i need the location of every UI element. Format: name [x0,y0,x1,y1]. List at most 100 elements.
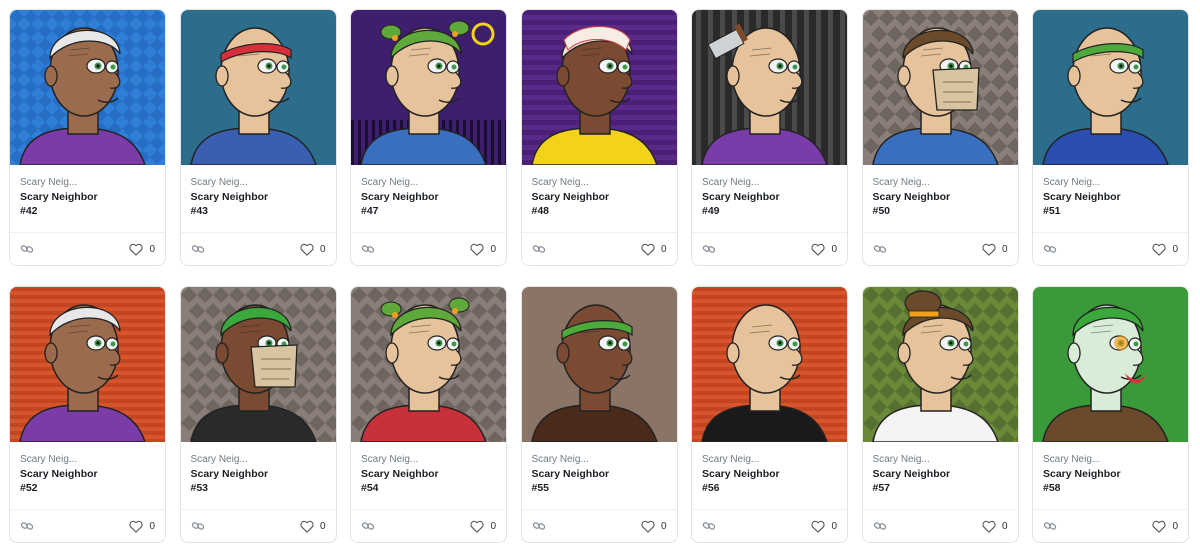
nft-name[interactable]: Scary Neighbor [873,467,1008,481]
nft-name[interactable]: Scary Neighbor [702,190,837,204]
link-icon[interactable] [1043,519,1057,533]
collection-name[interactable]: Scary Neig... [361,176,496,190]
link-icon[interactable] [1043,242,1057,256]
like-button[interactable]: 0 [811,243,837,256]
collection-name[interactable]: Scary Neig... [1043,176,1178,190]
link-icon[interactable] [191,242,205,256]
collection-name[interactable]: Scary Neig... [873,176,1008,190]
nft-number[interactable]: #57 [873,481,1008,495]
collection-name[interactable]: Scary Neig... [532,176,667,190]
heart-icon[interactable] [811,520,826,533]
collection-name[interactable]: Scary Neig... [532,453,667,467]
nft-number[interactable]: #54 [361,481,496,495]
nft-card-51[interactable]: Scary Neig... Scary Neighbor #51 0 [1032,9,1189,266]
nft-name[interactable]: Scary Neighbor [1043,467,1178,481]
nft-number[interactable]: #51 [1043,204,1178,218]
heart-icon[interactable] [982,243,996,256]
heart-icon[interactable] [1152,520,1167,533]
collection-name[interactable]: Scary Neig... [361,453,496,467]
link-icon[interactable] [873,242,887,256]
nft-number[interactable]: #43 [191,204,326,218]
heart-icon[interactable] [811,243,826,256]
collection-name[interactable]: Scary Neig... [191,176,326,190]
heart-icon[interactable] [1152,243,1167,256]
like-button[interactable]: 0 [641,243,667,256]
like-button[interactable]: 0 [470,243,496,256]
like-button[interactable]: 0 [470,520,496,533]
collection-name[interactable]: Scary Neig... [20,453,155,467]
like-button[interactable]: 0 [1152,520,1178,533]
nft-card-54[interactable]: Scary Neig... Scary Neighbor #54 0 [350,286,507,543]
nft-number[interactable]: #42 [20,204,155,218]
link-icon[interactable] [873,519,887,533]
nft-name[interactable]: Scary Neighbor [532,190,667,204]
nft-card-48[interactable]: Scary Neig... Scary Neighbor #48 0 [520,9,678,266]
link-icon[interactable] [702,519,716,533]
collection-name[interactable]: Scary Neig... [191,453,326,467]
heart-icon[interactable] [470,520,485,533]
nft-artwork[interactable] [1033,287,1188,442]
nft-card-49[interactable]: Scary Neig... Scary Neighbor #49 0 [691,9,848,266]
nft-artwork[interactable] [521,287,677,442]
collection-name[interactable]: Scary Neig... [873,453,1008,467]
nft-card-43[interactable]: Scary Neig... Scary Neighbor #43 0 [179,9,337,266]
nft-name[interactable]: Scary Neighbor [20,467,155,481]
nft-card-52[interactable]: Scary Neig... Scary Neighbor #52 0 [9,286,166,543]
link-icon[interactable] [20,242,34,256]
nft-card-47[interactable]: Scary Neig... Scary Neighbor #47 0 [350,9,507,266]
nft-number[interactable]: #50 [873,204,1008,218]
nft-artwork[interactable] [862,287,1018,442]
heart-icon[interactable] [129,243,144,256]
heart-icon[interactable] [982,520,996,533]
link-icon[interactable] [532,242,546,256]
nft-artwork[interactable] [862,10,1018,165]
heart-icon[interactable] [129,520,144,533]
heart-icon[interactable] [470,243,485,256]
nft-card-42[interactable]: Scary Neig... Scary Neighbor #42 0 [9,9,166,266]
collection-name[interactable]: Scary Neig... [20,176,155,190]
nft-artwork[interactable] [1033,10,1188,165]
nft-artwork[interactable] [521,10,677,165]
nft-name[interactable]: Scary Neighbor [702,467,837,481]
link-icon[interactable] [532,519,546,533]
nft-name[interactable]: Scary Neighbor [532,467,667,481]
like-button[interactable]: 0 [1152,243,1178,256]
nft-artwork[interactable] [180,10,336,165]
nft-name[interactable]: Scary Neighbor [361,190,496,204]
like-button[interactable]: 0 [811,520,837,533]
nft-name[interactable]: Scary Neighbor [191,190,326,204]
heart-icon[interactable] [641,520,655,533]
like-button[interactable]: 0 [982,243,1008,256]
nft-card-56[interactable]: Scary Neig... Scary Neighbor #56 0 [691,286,848,543]
like-button[interactable]: 0 [300,243,326,256]
like-button[interactable]: 0 [129,520,155,533]
nft-artwork[interactable] [351,10,506,165]
heart-icon[interactable] [641,243,655,256]
nft-card-55[interactable]: Scary Neig... Scary Neighbor #55 0 [520,286,678,543]
link-icon[interactable] [191,519,205,533]
nft-name[interactable]: Scary Neighbor [361,467,496,481]
nft-name[interactable]: Scary Neighbor [20,190,155,204]
nft-number[interactable]: #53 [191,481,326,495]
nft-card-53[interactable]: Scary Neig... Scary Neighbor #53 0 [179,286,337,543]
link-icon[interactable] [361,519,375,533]
nft-number[interactable]: #58 [1043,481,1178,495]
link-icon[interactable] [361,242,375,256]
link-icon[interactable] [702,242,716,256]
nft-card-58[interactable]: Scary Neig... Scary Neighbor #58 0 [1032,286,1189,543]
nft-card-57[interactable]: Scary Neig... Scary Neighbor #57 0 [861,286,1019,543]
link-icon[interactable] [20,519,34,533]
nft-name[interactable]: Scary Neighbor [191,467,326,481]
like-button[interactable]: 0 [300,520,326,533]
nft-number[interactable]: #47 [361,204,496,218]
collection-name[interactable]: Scary Neig... [702,176,837,190]
nft-artwork[interactable] [351,287,506,442]
nft-artwork[interactable] [692,10,847,165]
nft-card-50[interactable]: Scary Neig... Scary Neighbor #50 0 [861,9,1019,266]
like-button[interactable]: 0 [641,520,667,533]
like-button[interactable]: 0 [129,243,155,256]
collection-name[interactable]: Scary Neig... [1043,453,1178,467]
nft-artwork[interactable] [10,287,165,442]
heart-icon[interactable] [300,520,314,533]
nft-number[interactable]: #55 [532,481,667,495]
